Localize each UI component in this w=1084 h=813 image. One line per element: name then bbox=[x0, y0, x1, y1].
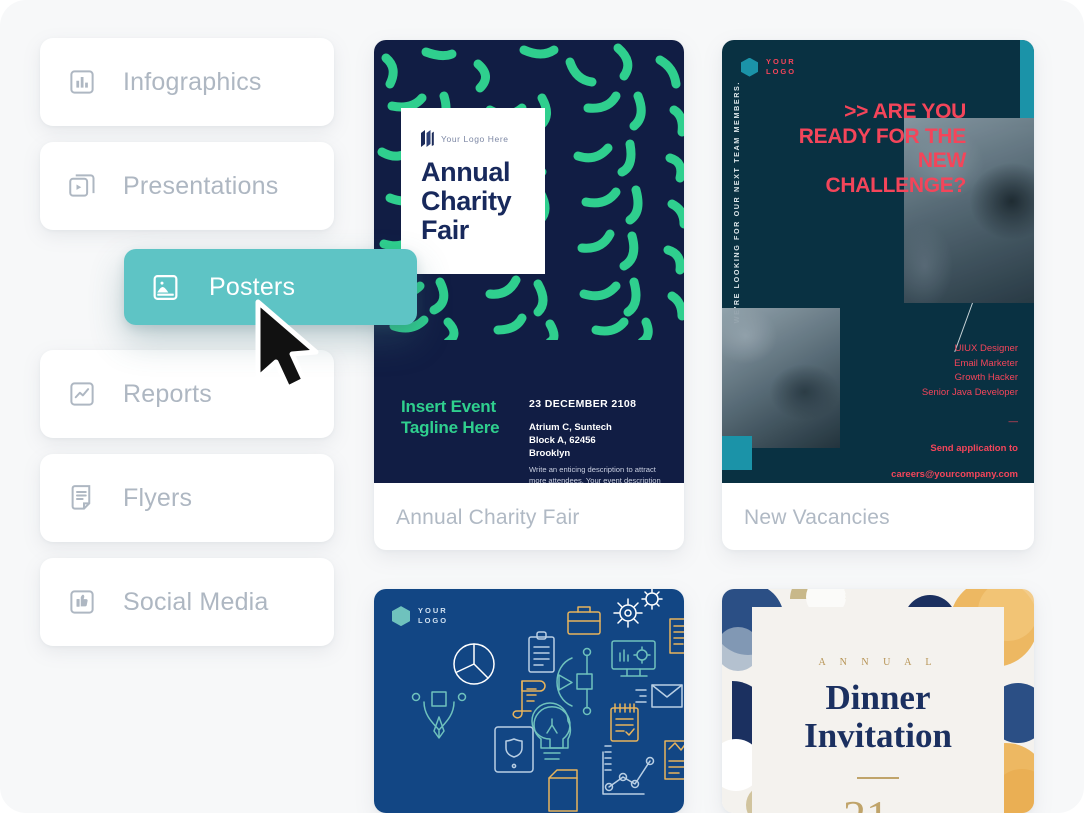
sidebar-item-label: Flyers bbox=[123, 483, 193, 512]
bezier-node-icon bbox=[556, 647, 593, 716]
invitation-title: Dinner Invitation bbox=[804, 678, 952, 755]
bar-chart-icon bbox=[65, 65, 99, 99]
card-title: New Vacancies bbox=[744, 505, 890, 529]
poster-send-label: Send application to bbox=[930, 442, 1018, 454]
sidebar-item-infographics[interactable]: Infographics bbox=[40, 38, 334, 126]
monitor-chart-icon bbox=[611, 640, 656, 677]
line-chart-icon bbox=[65, 377, 99, 411]
poster-vertical-text: WE'RE LOOKING FOR OUR NEXT TEAM MEMBERS. bbox=[732, 80, 741, 323]
poster-thumbnail-icons: YOUR LOGO bbox=[374, 589, 684, 813]
sidebar-item-label: Presentations bbox=[123, 171, 279, 200]
poster-email: careers@yourcompany.com bbox=[891, 469, 1018, 481]
sidebar-item-social-media[interactable]: Social Media bbox=[40, 558, 334, 646]
poster-thumbnail-vacancies: YOUR LOGO WE'RE LOOKING FOR OUR NEXT TEA… bbox=[722, 40, 1034, 483]
envelope-icon bbox=[635, 684, 683, 708]
card-title: Annual Charity Fair bbox=[396, 505, 580, 529]
sidebar-item-flyers[interactable]: Flyers bbox=[40, 454, 334, 542]
lightbulb-icon bbox=[531, 702, 572, 760]
template-card-annual-charity-fair[interactable]: Your Logo Here Annual Charity Fair Inser… bbox=[374, 40, 684, 550]
scroll-icon bbox=[512, 680, 546, 719]
poster-thumbnail-charity: Your Logo Here Annual Charity Fair Inser… bbox=[374, 40, 684, 483]
category-sidebar: Infographics Presentations Reports Flyer… bbox=[40, 38, 334, 662]
poster-headline: Annual Charity Fair bbox=[421, 157, 512, 246]
poster-thumbnail-dinner: A N N U A L Dinner Invitation DEC 21 st … bbox=[722, 589, 1034, 813]
poster-photo-bottom bbox=[722, 308, 840, 448]
sidebar-item-label: Posters bbox=[209, 272, 296, 301]
icon-collage bbox=[411, 589, 684, 812]
hexagon-logo-icon bbox=[741, 57, 758, 77]
sidebar-item-posters[interactable]: Posters bbox=[124, 249, 417, 325]
thumbs-up-icon bbox=[65, 585, 99, 619]
invitation-eyebrow: A N N U A L bbox=[818, 657, 938, 668]
poster-logo: YOUR LOGO bbox=[741, 57, 796, 77]
poster-address: Atrium C, Suntech Block A, 62456 Brookly… bbox=[529, 422, 612, 459]
poster-footer-band: Insert Event Tagline Here 23 DECEMBER 21… bbox=[374, 340, 684, 483]
image-icon bbox=[148, 270, 182, 304]
slides-icon bbox=[65, 169, 99, 203]
sidebar-item-label: Social Media bbox=[123, 587, 269, 616]
poster-description: Write an enticing description to attract… bbox=[529, 464, 661, 483]
poster-divider: — bbox=[1008, 415, 1019, 427]
invitation-date: DEC 21 st 2018 bbox=[752, 790, 1004, 813]
accent-bar bbox=[1020, 40, 1034, 118]
gear-icon bbox=[613, 598, 643, 628]
pie-chart-icon bbox=[453, 643, 495, 685]
document-lines-icon bbox=[669, 618, 684, 654]
teal-block bbox=[722, 436, 752, 470]
invitation-panel: A N N U A L Dinner Invitation DEC 21 st … bbox=[752, 607, 1004, 813]
scatter-graph-icon bbox=[602, 745, 655, 795]
invitation-day: 21 bbox=[843, 790, 889, 813]
notepad-icon bbox=[610, 703, 639, 742]
poster-logo-text: Your Logo Here bbox=[441, 133, 509, 144]
poster-headline: >> ARE YOU READY FOR THE NEW CHALLENGE? bbox=[798, 100, 967, 197]
sidebar-item-label: Infographics bbox=[123, 67, 262, 96]
clipboard-icon bbox=[528, 631, 555, 673]
sidebar-item-presentations[interactable]: Presentations bbox=[40, 142, 334, 230]
invitation-divider bbox=[857, 777, 899, 779]
briefcase-icon bbox=[567, 606, 601, 635]
poster-date: 23 DECEMBER 2108 bbox=[529, 398, 637, 410]
document-icon bbox=[65, 481, 99, 515]
sidebar-item-label: Reports bbox=[123, 379, 212, 408]
tablet-shield-icon bbox=[494, 726, 534, 773]
page-chart-icon bbox=[664, 740, 684, 780]
poster-tagline: Insert Event Tagline Here bbox=[401, 397, 500, 437]
folded-page-icon bbox=[548, 769, 578, 812]
app-canvas: Infographics Presentations Reports Flyer… bbox=[0, 0, 1084, 813]
template-card-new-vacancies[interactable]: YOUR LOGO WE'RE LOOKING FOR OUR NEXT TEA… bbox=[722, 40, 1034, 550]
brand-mark-icon bbox=[421, 130, 434, 147]
sidebar-item-reports[interactable]: Reports bbox=[40, 350, 334, 438]
template-card-icon-poster[interactable]: YOUR LOGO bbox=[374, 589, 684, 813]
poster-title-panel: Your Logo Here Annual Charity Fair bbox=[401, 108, 545, 274]
template-card-dinner-invitation[interactable]: A N N U A L Dinner Invitation DEC 21 st … bbox=[722, 589, 1034, 813]
gear-small-icon bbox=[641, 589, 663, 610]
poster-job-list: UIUX Designer Email Marketer Growth Hack… bbox=[891, 342, 1018, 483]
pen-tool-icon bbox=[411, 691, 467, 739]
